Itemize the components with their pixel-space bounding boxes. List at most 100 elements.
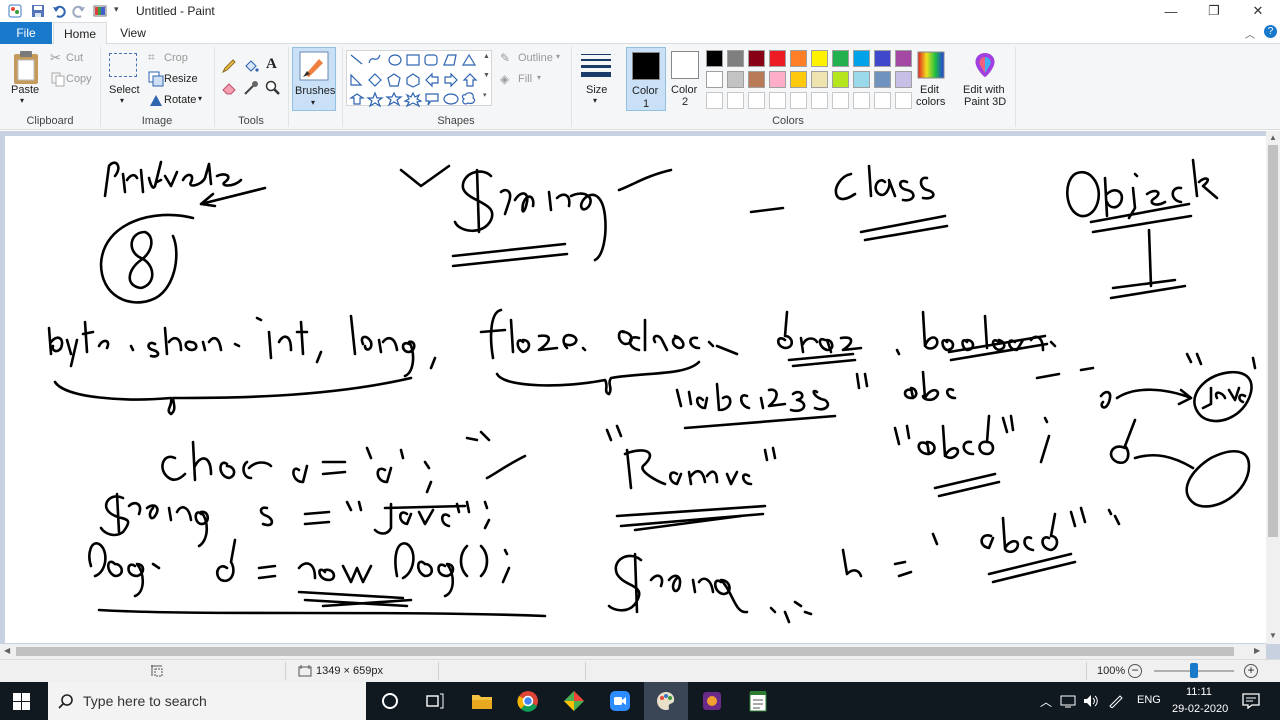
palette-swatch[interactable]: [811, 71, 828, 88]
cut-icon[interactable]: ✂: [50, 50, 66, 66]
color1-button[interactable]: Color 1: [626, 47, 666, 111]
palette-swatch[interactable]: [748, 50, 765, 67]
scroll-down-icon[interactable]: ▼: [1269, 631, 1277, 640]
zoom-in-button[interactable]: +: [1244, 664, 1258, 678]
vertical-scrollbar[interactable]: ▲ ▼: [1266, 131, 1280, 644]
rotate-dropdown-icon[interactable]: ▾: [198, 94, 202, 103]
tab-file[interactable]: File: [0, 22, 52, 44]
file-explorer-icon[interactable]: [460, 682, 504, 720]
vertical-scroll-thumb[interactable]: [1268, 145, 1278, 537]
color2-number[interactable]: 2: [682, 96, 688, 108]
select-dropdown-icon[interactable]: ▾: [120, 96, 124, 105]
palette-swatch[interactable]: [748, 71, 765, 88]
zoom-out-button[interactable]: −: [1128, 664, 1142, 678]
pencil-icon[interactable]: [221, 58, 237, 74]
outline-button[interactable]: Outline: [518, 52, 553, 64]
copy-button[interactable]: Copy: [66, 73, 92, 85]
fill-icon[interactable]: ◈: [500, 72, 516, 88]
task-view-icon[interactable]: [413, 682, 457, 720]
paint-palette-icon[interactable]: [93, 4, 107, 18]
copy-icon[interactable]: [50, 71, 66, 87]
resize-button[interactable]: Resize: [164, 73, 198, 85]
palette-swatch[interactable]: [790, 50, 807, 67]
zoom-app-icon[interactable]: [598, 682, 642, 720]
select-icon[interactable]: [109, 53, 137, 77]
minimize-button[interactable]: —: [1149, 0, 1193, 22]
drawing-canvas[interactable]: [5, 136, 1266, 643]
scroll-right-icon[interactable]: ▶: [1254, 646, 1260, 655]
paint-taskbar-icon[interactable]: [644, 682, 688, 720]
palette-custom-slot[interactable]: [706, 92, 723, 109]
help-icon[interactable]: ?: [1264, 25, 1277, 38]
cut-button[interactable]: Cut: [66, 52, 83, 64]
palette-swatch[interactable]: [832, 71, 849, 88]
close-button[interactable]: ✕: [1236, 0, 1280, 22]
palette-custom-slot[interactable]: [727, 92, 744, 109]
paste-button-label[interactable]: Paste: [11, 84, 39, 96]
color-picker-icon[interactable]: [243, 80, 259, 96]
fill-bucket-icon[interactable]: [243, 58, 259, 74]
palette-swatch[interactable]: [769, 71, 786, 88]
outline-icon[interactable]: ✎: [500, 51, 516, 67]
color2-label[interactable]: Color: [671, 84, 697, 96]
palette-custom-slot[interactable]: [811, 92, 828, 109]
palette-swatch[interactable]: [790, 71, 807, 88]
notepad-icon[interactable]: [736, 682, 780, 720]
resize-icon[interactable]: [148, 71, 164, 87]
palette-swatch[interactable]: [706, 50, 723, 67]
network-icon[interactable]: [1060, 694, 1076, 708]
size-icon[interactable]: [580, 52, 612, 82]
customize-toolbar-icon[interactable]: ▾: [114, 4, 119, 15]
palette-swatch[interactable]: [874, 71, 891, 88]
palette-swatch[interactable]: [853, 71, 870, 88]
text-tool-icon[interactable]: A: [266, 56, 282, 72]
fill-button[interactable]: Fill: [518, 73, 532, 85]
palette-custom-slot[interactable]: [769, 92, 786, 109]
outline-dropdown-icon[interactable]: ▾: [556, 52, 560, 61]
save-icon[interactable]: [31, 4, 45, 18]
volume-icon[interactable]: [1083, 694, 1099, 708]
gallery-expand-icon[interactable]: ▾: [483, 91, 487, 99]
palette-custom-slot[interactable]: [790, 92, 807, 109]
palette-custom-slot[interactable]: [874, 92, 891, 109]
crop-icon[interactable]: ⌗: [148, 50, 164, 66]
pen-workspace-icon[interactable]: [1108, 694, 1124, 708]
palette-swatch[interactable]: [706, 71, 723, 88]
palette-swatch[interactable]: [895, 71, 912, 88]
edit-paint3d-label[interactable]: Edit with: [963, 84, 1005, 96]
size-button-label[interactable]: Size: [586, 84, 607, 96]
horizontal-scrollbar[interactable]: ◀ ▶: [0, 644, 1266, 659]
edit-colors-label-2[interactable]: colors: [916, 96, 945, 108]
tab-home[interactable]: Home: [53, 22, 107, 45]
brushes-button[interactable]: Brushes ▾: [292, 47, 336, 111]
shapes-gallery[interactable]: [346, 50, 492, 108]
fill-dropdown-icon[interactable]: ▾: [537, 73, 541, 82]
language-indicator[interactable]: ENG: [1137, 694, 1161, 706]
clock-date[interactable]: 29-02-2020: [1172, 703, 1228, 715]
tab-view[interactable]: View: [112, 22, 154, 44]
palette-swatch[interactable]: [727, 71, 744, 88]
palette-swatch[interactable]: [727, 50, 744, 67]
rotate-icon[interactable]: [148, 92, 164, 108]
gallery-up-icon[interactable]: ▲: [483, 53, 490, 60]
zoom-slider-thumb[interactable]: [1190, 663, 1198, 678]
palette-custom-slot[interactable]: [895, 92, 912, 109]
taskbar-search[interactable]: Type here to search: [48, 682, 366, 720]
paste-dropdown-icon[interactable]: ▾: [20, 96, 24, 105]
select-button-label[interactable]: Select: [109, 84, 140, 96]
undo-icon[interactable]: [52, 4, 66, 18]
palette-swatch[interactable]: [874, 50, 891, 67]
crop-button[interactable]: Crop: [164, 52, 188, 64]
show-hidden-icons-icon[interactable]: ︿: [1040, 693, 1052, 710]
size-dropdown-icon[interactable]: ▾: [593, 96, 597, 105]
eraser-icon[interactable]: [221, 80, 237, 96]
edit-colors-label[interactable]: Edit: [920, 84, 939, 96]
windows-start-icon[interactable]: [13, 693, 30, 710]
clock-time[interactable]: 11:11: [1186, 686, 1212, 698]
chrome-icon[interactable]: [506, 682, 550, 720]
redo-icon[interactable]: [72, 4, 86, 18]
palette-swatch[interactable]: [895, 50, 912, 67]
palette-swatch[interactable]: [853, 50, 870, 67]
color2-swatch[interactable]: [671, 51, 699, 79]
notifications-icon[interactable]: [1242, 693, 1260, 709]
